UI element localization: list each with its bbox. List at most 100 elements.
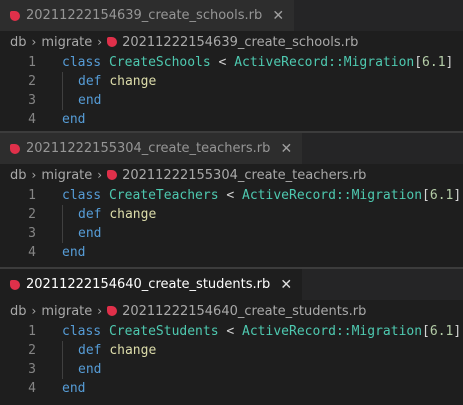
def-keyword: def — [78, 74, 102, 89]
code-line: 2 def change — [0, 341, 463, 360]
line-number: 3 — [28, 93, 36, 108]
code-editor[interactable]: 1 class CreateStudents < ActiveRecord::Mi… — [0, 322, 463, 398]
method-name: change — [109, 343, 157, 358]
chevron-right-icon: › — [97, 35, 103, 49]
end-keyword: end — [62, 381, 86, 396]
def-keyword: def — [78, 207, 102, 222]
breadcrumb: db › migrate › 20211222154640_create_stu… — [0, 300, 463, 322]
indent-guide — [62, 341, 78, 360]
method-name: change — [109, 207, 157, 222]
line-number: 1 — [28, 55, 36, 70]
class-keyword: class — [62, 55, 102, 70]
editor-pane: 20211222155304_create_teachers.rb ✕ db ›… — [0, 133, 463, 267]
line-number: 1 — [28, 324, 36, 339]
code-editor[interactable]: 1 class CreateTeachers < ActiveRecord::Mi… — [0, 186, 463, 262]
code-line: 4 end — [0, 110, 463, 129]
tab-create-schools[interactable]: 20211222154639_create_schools.rb ✕ — [0, 0, 296, 31]
code-line: 1 class CreateSchools < ActiveRecord::Mig… — [0, 53, 463, 72]
code-line: 3 end — [0, 360, 463, 379]
close-icon[interactable]: ✕ — [270, 8, 286, 24]
version-number: 6.1 — [429, 188, 454, 203]
ruby-file-icon — [10, 10, 20, 21]
code-line: 4 end — [0, 379, 463, 398]
close-icon[interactable]: ✕ — [278, 277, 294, 293]
line-number: 4 — [28, 112, 36, 127]
tab-bar: 20211222154639_create_schools.rb ✕ — [0, 0, 463, 31]
line-number: 2 — [28, 74, 36, 89]
bracket-open: [ — [422, 188, 430, 203]
indent-guide — [62, 360, 78, 379]
class-name: CreateStudents — [108, 324, 219, 339]
close-icon[interactable]: ✕ — [278, 141, 294, 157]
tab-bar: 20211222155304_create_teachers.rb ✕ — [0, 133, 463, 164]
ruby-file-icon — [107, 37, 118, 47]
chevron-right-icon: › — [31, 304, 37, 318]
line-number: 2 — [28, 207, 36, 222]
class-keyword: class — [62, 188, 102, 203]
breadcrumb-migrate[interactable]: migrate — [41, 35, 92, 50]
tab-bar: 20211222154640_create_students.rb ✕ — [0, 269, 463, 300]
ruby-file-icon — [10, 143, 20, 154]
bracket-close: ] — [445, 55, 454, 70]
code-line: 1 class CreateStudents < ActiveRecord::Mi… — [0, 322, 463, 341]
def-keyword: def — [78, 343, 102, 358]
inherit-operator: < — [218, 55, 227, 70]
chevron-right-icon: › — [97, 168, 103, 182]
indent-guide — [62, 205, 78, 224]
tab-create-students[interactable]: 20211222154640_create_students.rb ✕ — [0, 269, 304, 300]
tab-label: 20211222155304_create_teachers.rb — [26, 141, 271, 156]
breadcrumb-db[interactable]: db — [10, 35, 27, 50]
bracket-open: [ — [414, 55, 423, 70]
breadcrumb-db[interactable]: db — [10, 168, 27, 183]
bracket-open: [ — [422, 324, 430, 339]
code-line: 1 class CreateTeachers < ActiveRecord::Mi… — [0, 186, 463, 205]
tab-label: 20211222154640_create_students.rb — [26, 277, 271, 292]
line-number: 1 — [28, 188, 36, 203]
ruby-file-icon — [107, 170, 118, 180]
breadcrumb-db[interactable]: db — [10, 304, 27, 319]
line-number: 4 — [28, 245, 36, 260]
end-keyword: end — [62, 245, 86, 260]
ruby-file-icon — [107, 306, 118, 316]
parent-class: ActiveRecord::Migration — [234, 55, 415, 70]
chevron-right-icon: › — [31, 168, 37, 182]
chevron-right-icon: › — [31, 35, 37, 49]
inherit-operator: < — [226, 188, 235, 203]
breadcrumb-file[interactable]: 20211222154639_create_schools.rb — [122, 35, 358, 50]
line-number: 2 — [28, 343, 36, 358]
breadcrumb-file[interactable]: 20211222155304_create_teachers.rb — [122, 168, 366, 183]
version-number: 6.1 — [429, 324, 454, 339]
bracket-close: ] — [453, 324, 462, 339]
code-line: 3 end — [0, 224, 463, 243]
bracket-close: ] — [453, 188, 462, 203]
tab-label: 20211222154639_create_schools.rb — [26, 8, 263, 23]
ruby-file-icon — [10, 279, 20, 290]
parent-class: ActiveRecord::Migration — [242, 188, 423, 203]
tab-create-teachers[interactable]: 20211222155304_create_teachers.rb ✕ — [0, 133, 304, 164]
line-number: 4 — [28, 381, 36, 396]
parent-class: ActiveRecord::Migration — [242, 324, 423, 339]
end-keyword: end — [78, 362, 102, 377]
line-number: 3 — [28, 226, 36, 241]
editor-pane: 20211222154639_create_schools.rb ✕ db › … — [0, 0, 463, 131]
code-line: 2 def change — [0, 72, 463, 91]
breadcrumb: db › migrate › 20211222155304_create_tea… — [0, 164, 463, 186]
code-line: 4 end — [0, 243, 463, 262]
indent-guide — [62, 224, 78, 243]
class-name: CreateSchools — [108, 55, 211, 70]
breadcrumb-migrate[interactable]: migrate — [41, 168, 92, 183]
end-keyword: end — [62, 112, 86, 127]
class-keyword: class — [62, 324, 102, 339]
class-name: CreateTeachers — [108, 188, 219, 203]
code-line: 3 end — [0, 91, 463, 110]
end-keyword: end — [78, 93, 102, 108]
end-keyword: end — [78, 226, 102, 241]
code-editor[interactable]: 1 class CreateSchools < ActiveRecord::Mig… — [0, 53, 463, 129]
breadcrumb-file[interactable]: 20211222154640_create_students.rb — [122, 304, 366, 319]
editor-pane: 20211222154640_create_students.rb ✕ db ›… — [0, 269, 463, 405]
indent-guide — [62, 91, 78, 110]
inherit-operator: < — [226, 324, 235, 339]
breadcrumb-migrate[interactable]: migrate — [41, 304, 92, 319]
chevron-right-icon: › — [97, 304, 103, 318]
version-number: 6.1 — [422, 55, 446, 70]
